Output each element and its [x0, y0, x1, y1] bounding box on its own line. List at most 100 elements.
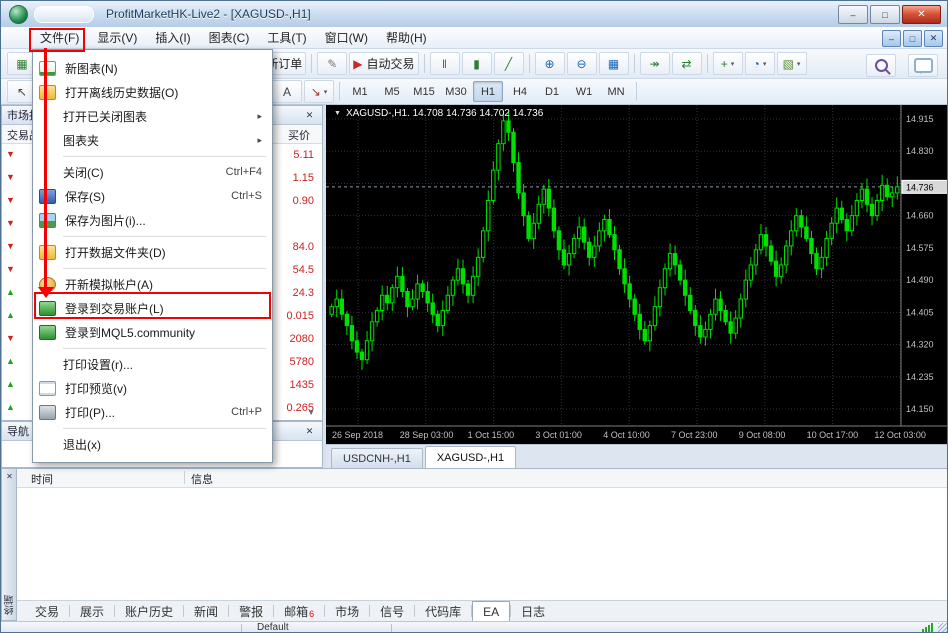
svg-text:3 Oct 01:00: 3 Oct 01:00	[535, 430, 582, 440]
timeframe-MN[interactable]: MN	[601, 81, 631, 102]
menu-item-view[interactable]: 显示(V)	[88, 26, 146, 49]
chart-bars-button[interactable]: ‖	[430, 52, 460, 75]
file-menu-item-14[interactable]: 退出(x)	[33, 432, 272, 456]
file-menu-item-5[interactable]: 保存(S)Ctrl+S	[33, 184, 272, 208]
svg-text:7 Oct 23:00: 7 Oct 23:00	[671, 430, 718, 440]
shortcut-label: Ctrl+S	[231, 190, 262, 202]
terminal-tab-10[interactable]: 日志	[511, 602, 555, 621]
text-button[interactable]: A	[272, 80, 302, 103]
indicators-button[interactable]: +▾	[713, 52, 743, 75]
price-down-icon: ▼	[6, 195, 15, 205]
auto-trading-button[interactable]: ▶自动交易	[349, 52, 418, 75]
maximize-button[interactable]: □	[870, 5, 900, 24]
terminal-tab-1[interactable]: 展示	[70, 602, 114, 621]
templates-icon: ▧	[783, 58, 794, 70]
periods-button[interactable]: ◔▾	[745, 52, 775, 75]
svg-text:14.320: 14.320	[906, 340, 934, 350]
zoom-out-button[interactable]: ⊖	[567, 52, 597, 75]
scroll-down-icon[interactable]: ▼	[307, 408, 315, 417]
terminal-tab-label: 代码库	[425, 603, 461, 620]
auto-scroll-button[interactable]: ↠	[640, 52, 670, 75]
menu-item-tools[interactable]: 工具(T)	[258, 26, 315, 49]
templates-button[interactable]: ▧▾	[777, 52, 807, 75]
minimize-button[interactable]: –	[838, 5, 868, 24]
community-chat-button[interactable]	[908, 54, 938, 77]
tile-windows-button[interactable]: ▦	[599, 52, 629, 75]
terminal-panel: 时间 信息	[17, 468, 948, 600]
file-menu-item-6[interactable]: 保存为图片(i)...	[33, 208, 272, 232]
file-menu-item-13[interactable]: 打印(P)...Ctrl+P	[33, 400, 272, 424]
file-menu-item-label: 打印设置(r)...	[63, 356, 133, 373]
profile-name[interactable]: Default	[257, 622, 289, 633]
file-menu-item-3[interactable]: 图表夹▸	[33, 128, 272, 152]
column-time[interactable]: 时间	[31, 471, 53, 487]
chart-candles-button[interactable]: ▮	[462, 52, 492, 75]
file-menu-item-12[interactable]: 打印预览(v)	[33, 376, 272, 400]
terminal-tab-bar: 交易展示账户历史新闻警报邮箱6市场信号代码库 EA日志	[17, 600, 948, 621]
chart-shift-button[interactable]: ⇄	[672, 52, 702, 75]
terminal-tab-3[interactable]: 新闻	[184, 602, 228, 621]
mdi-minimize-button[interactable]: –	[882, 30, 901, 47]
terminal-tab-0[interactable]: 交易	[25, 602, 69, 621]
resize-grip[interactable]	[938, 623, 947, 632]
timeframe-H1[interactable]: H1	[473, 81, 503, 102]
timeframe-M30[interactable]: M30	[441, 81, 471, 102]
file-menu-item-11[interactable]: 打印设置(r)...	[33, 352, 272, 376]
terminal-close-icon[interactable]: ✕	[4, 471, 15, 482]
metaeditor-button[interactable]: ✎	[317, 52, 347, 75]
timeframe-M5[interactable]: M5	[377, 81, 407, 102]
file-menu-item-2[interactable]: 打开已关闭图表▸	[33, 104, 272, 128]
chart-area[interactable]: ▼ XAGUSD-,H1. 14.708 14.736 14.702 14.73…	[326, 105, 948, 444]
print-icon	[39, 405, 56, 420]
terminal-tab-9[interactable]: EA	[472, 601, 510, 621]
svg-text:28 Sep 03:00: 28 Sep 03:00	[400, 430, 454, 440]
file-menu-item-4[interactable]: 关闭(C)Ctrl+F4	[33, 160, 272, 184]
close-button[interactable]: ✕	[902, 5, 941, 24]
terminal-tab-8[interactable]: 代码库	[415, 602, 471, 621]
menu-item-help[interactable]: 帮助(H)	[377, 26, 436, 49]
price-down-icon: ▼	[6, 218, 15, 228]
file-menu-item-8[interactable]: 开新模拟帐户(A)	[33, 272, 272, 296]
timeframe-M15[interactable]: M15	[409, 81, 439, 102]
file-menu-item-7[interactable]: 打开数据文件夹(D)	[33, 240, 272, 264]
toolbar-separator	[634, 54, 635, 73]
zoom-in-button[interactable]: ⊕	[535, 52, 565, 75]
arrows-button[interactable]: ↘▾	[304, 80, 334, 103]
file-menu-item-label: 新图表(N)	[65, 60, 118, 77]
toolbar-separator	[311, 54, 312, 73]
terminal-tab-7[interactable]: 信号	[370, 602, 414, 621]
file-menu-item-0[interactable]: 新图表(N)	[33, 56, 272, 80]
column-message[interactable]: 信息	[191, 471, 213, 487]
file-menu-item-10[interactable]: 登录到MQL5.community	[33, 320, 272, 344]
timeframe-H4[interactable]: H4	[505, 81, 535, 102]
menu-item-file[interactable]: 文件(F)	[31, 26, 88, 49]
mdi-restore-button[interactable]: □	[903, 30, 922, 47]
terminal-tab-6[interactable]: 市场	[325, 602, 369, 621]
terminal-tab-4[interactable]: 警报	[229, 602, 273, 621]
menu-item-insert[interactable]: 插入(I)	[146, 26, 199, 49]
terminal-tab-5[interactable]: 邮箱6	[274, 602, 324, 621]
timeframe-M1[interactable]: M1	[345, 81, 375, 102]
navigator-close-icon[interactable]: ✕	[302, 425, 317, 438]
terminal-tab-2[interactable]: 账户历史	[115, 602, 183, 621]
search-button[interactable]	[866, 54, 896, 77]
price-axis: 14.91514.83014.74514.66014.57514.49014.4…	[332, 114, 934, 440]
file-menu-item-label: 打开数据文件夹(D)	[65, 244, 166, 261]
folder-icon	[39, 85, 56, 100]
file-menu-item-9[interactable]: 登录到交易账户(L)	[33, 296, 272, 320]
app-logo-icon	[9, 5, 28, 24]
chart-tab-USDCNH-H1[interactable]: USDCNH-,H1	[331, 448, 423, 468]
market-watch-close-icon[interactable]: ✕	[302, 109, 317, 122]
file-menu-item-1[interactable]: 打开离线历史数据(O)	[33, 80, 272, 104]
svg-text:14.575: 14.575	[906, 243, 934, 253]
mdi-close-button[interactable]: ✕	[924, 30, 943, 47]
column-ask[interactable]: 买价	[288, 127, 310, 143]
chart-tab-XAGUSD-H1[interactable]: XAGUSD-,H1	[425, 446, 516, 468]
menu-item-window[interactable]: 窗口(W)	[316, 26, 377, 49]
chart-line-button[interactable]: ╱	[494, 52, 524, 75]
symbol-dropdown-icon[interactable]: ▼	[334, 110, 341, 117]
image-icon	[39, 213, 56, 228]
timeframe-W1[interactable]: W1	[569, 81, 599, 102]
menu-item-charts[interactable]: 图表(C)	[200, 26, 259, 49]
timeframe-D1[interactable]: D1	[537, 81, 567, 102]
